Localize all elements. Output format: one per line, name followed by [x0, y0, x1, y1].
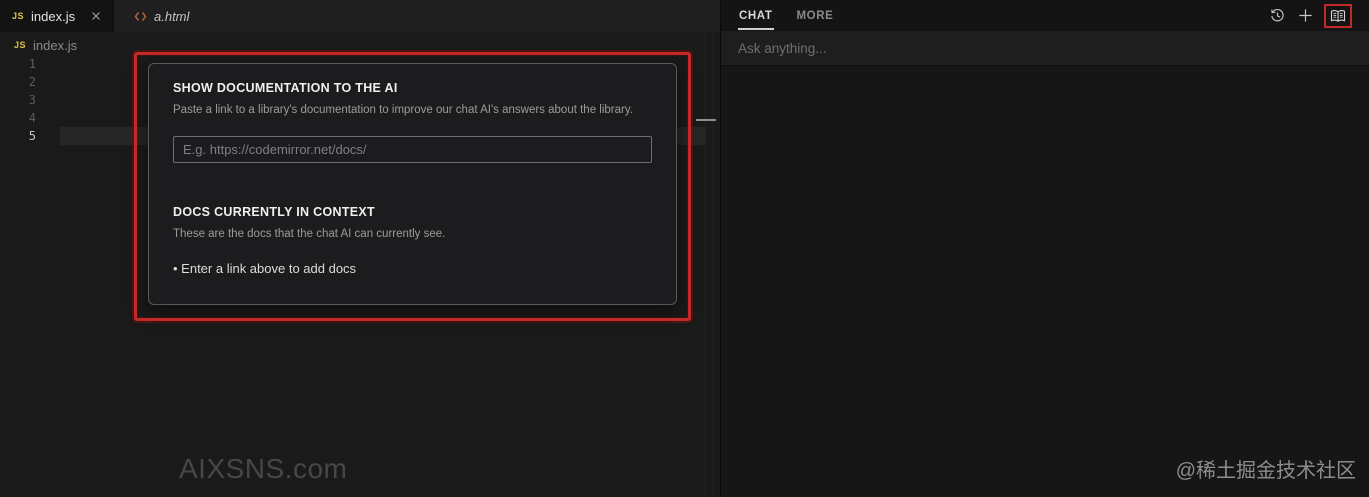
docs-context-panel: SHOW DOCUMENTATION TO THE AI Paste a lin… — [148, 63, 677, 305]
annotation-red-box-docs-icon — [1324, 3, 1352, 28]
html-code-icon — [134, 11, 147, 22]
history-icon[interactable] — [1268, 6, 1287, 25]
line-number: 4 — [28, 111, 36, 125]
code-editor-window: JS index.js a.html JS index.js 1 2 3 4 5… — [0, 0, 1369, 497]
line-number: 1 — [28, 57, 36, 71]
show-docs-description: Paste a link to a library's documentatio… — [173, 104, 633, 116]
docs-empty-list-item: • Enter a link above to add docs — [173, 261, 357, 276]
line-number-active: 5 — [28, 129, 36, 143]
javascript-icon: JS — [14, 40, 27, 50]
tab-label: a.html — [154, 8, 190, 24]
new-chat-plus-icon[interactable] — [1296, 6, 1315, 25]
editor-tab-bar: JS index.js a.html — [0, 0, 720, 32]
line-number-gutter: 1 2 3 4 5 — [0, 55, 36, 145]
editor-pane: JS index.js a.html JS index.js 1 2 3 4 5… — [0, 0, 720, 497]
chat-pane: CHAT MORE Ask anything... @稀土掘金技术社区 — [720, 0, 1369, 497]
watermark-text: AIXSNS.com — [179, 453, 348, 484]
editor-scrollbar[interactable] — [705, 32, 714, 497]
open-book-docs-icon[interactable] — [1330, 9, 1346, 23]
overview-ruler-cursor-marker — [696, 119, 716, 121]
breadcrumb[interactable]: JS index.js — [14, 36, 77, 54]
doc-url-input[interactable] — [173, 136, 652, 163]
chat-tab-bar: CHAT MORE — [721, 0, 1369, 31]
tab-more[interactable]: MORE — [796, 1, 835, 30]
tab-a-html[interactable]: a.html — [122, 0, 242, 32]
show-docs-title: SHOW DOCUMENTATION TO THE AI — [173, 81, 398, 95]
tab-index-js[interactable]: JS index.js — [0, 0, 114, 32]
chat-input-row — [721, 31, 1369, 66]
chat-actions — [1268, 3, 1352, 28]
docs-in-context-title: DOCS CURRENTLY IN CONTEXT — [173, 205, 375, 219]
line-number: 2 — [28, 75, 36, 89]
chat-input[interactable] — [738, 40, 1352, 56]
javascript-icon: JS — [12, 11, 25, 21]
breadcrumb-filename: index.js — [33, 37, 78, 53]
watermark-community: @稀土掘金技术社区 — [1175, 460, 1356, 482]
tab-chat[interactable]: CHAT — [738, 1, 774, 30]
tab-label: index.js — [31, 8, 76, 24]
docs-in-context-description: These are the docs that the chat AI can … — [173, 228, 446, 240]
close-icon[interactable] — [91, 11, 101, 21]
line-number: 3 — [28, 93, 36, 107]
